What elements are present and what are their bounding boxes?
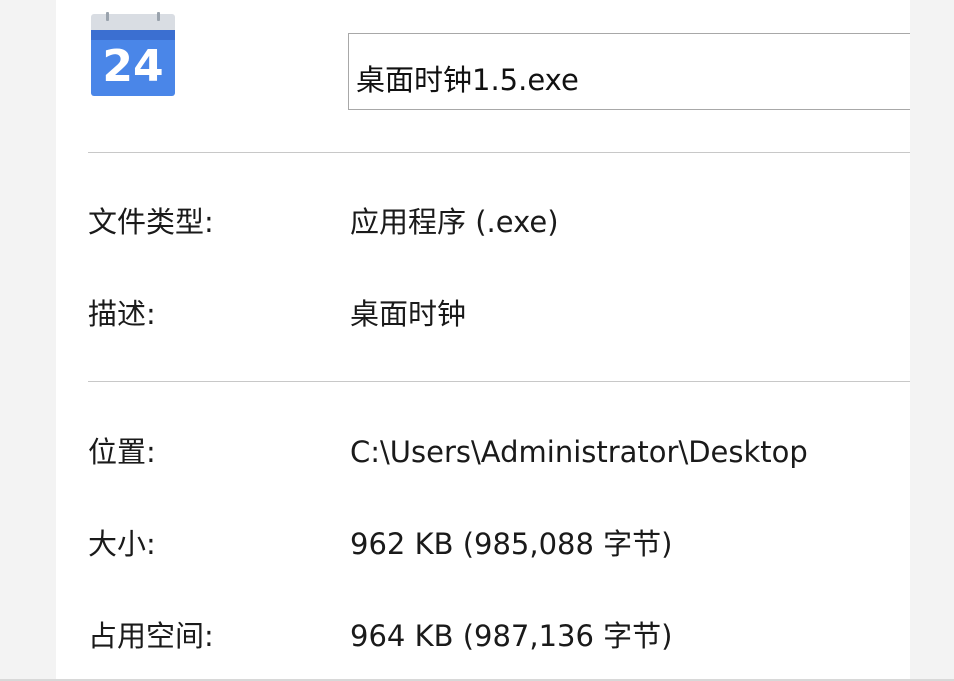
file-type-label: 文件类型: — [88, 205, 214, 239]
description-value: 桌面时钟 — [350, 297, 467, 331]
size-on-disk-value: 964 KB (987,136 字节) — [350, 619, 673, 653]
divider-middle — [88, 381, 910, 382]
divider-top — [88, 152, 910, 153]
file-name-input[interactable] — [348, 33, 910, 110]
size-on-disk-label: 占用空间: — [88, 619, 214, 653]
location-value: C:\Users\Administrator\Desktop — [350, 435, 808, 469]
size-label: 大小: — [88, 527, 156, 561]
name-field-clip — [0, 0, 910, 681]
description-label: 描述: — [88, 297, 156, 331]
window-edge — [910, 0, 954, 681]
size-value: 962 KB (985,088 字节) — [350, 527, 673, 561]
location-label: 位置: — [88, 435, 156, 469]
file-type-value: 应用程序 (.exe) — [350, 205, 559, 239]
